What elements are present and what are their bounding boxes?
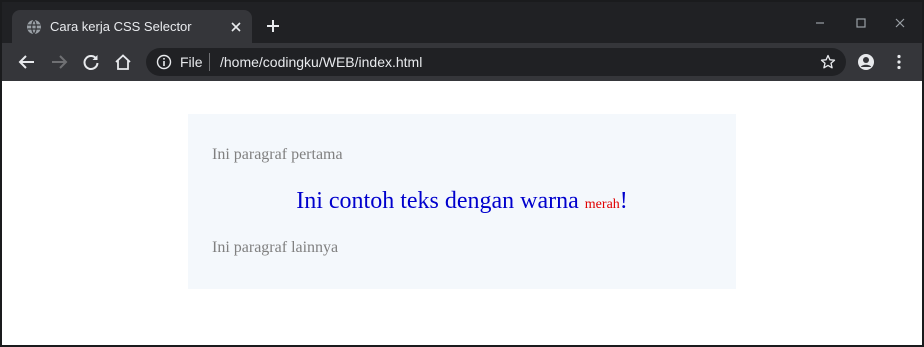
url-text[interactable]: /home/codingku/WEB/index.html <box>220 54 422 70</box>
info-icon[interactable] <box>156 54 172 70</box>
paragraph-other: Ini paragraf lainnya <box>212 239 339 256</box>
globe-icon <box>27 19 41 35</box>
address-separator <box>209 53 210 71</box>
tab-strip: Cara kerja CSS Selector <box>2 2 922 43</box>
headline-exclamation: ! <box>619 188 628 214</box>
browser-tab-active[interactable]: Cara kerja CSS Selector <box>12 10 252 43</box>
scheme-label: File <box>180 54 203 70</box>
headline-text: Ini contoh teks dengan warna <box>296 188 579 214</box>
maximize-icon[interactable] <box>853 15 869 31</box>
menu-kebab-icon[interactable] <box>890 53 908 71</box>
home-icon[interactable] <box>114 53 132 71</box>
browser-toolbar: File /home/codingku/WEB/index.html <box>2 43 922 81</box>
content-container: Ini paragraf pertama Ini contoh teks den… <box>188 114 736 289</box>
close-tab-icon[interactable] <box>228 19 244 35</box>
page-viewport: Ini paragraf pertama Ini contoh teks den… <box>2 81 922 345</box>
minimize-icon[interactable] <box>812 15 828 31</box>
browser-window: Cara kerja CSS Selector File /home/codin… <box>0 0 924 347</box>
new-tab-plus-icon[interactable] <box>265 18 281 34</box>
address-bar[interactable]: File /home/codingku/WEB/index.html <box>146 48 846 76</box>
bookmark-star-icon[interactable] <box>820 54 836 70</box>
back-arrow-icon[interactable] <box>18 53 36 71</box>
headline-red-word: merah <box>584 197 620 212</box>
close-window-icon[interactable] <box>892 15 908 31</box>
paragraph-first: Ini paragraf pertama <box>212 146 343 163</box>
headline: Ini contoh teks dengan warna merah! <box>188 187 736 219</box>
reload-icon[interactable] <box>82 53 100 71</box>
forward-arrow-icon[interactable] <box>50 53 68 71</box>
account-avatar-icon[interactable] <box>857 53 875 71</box>
tab-title: Cara kerja CSS Selector <box>50 19 192 34</box>
